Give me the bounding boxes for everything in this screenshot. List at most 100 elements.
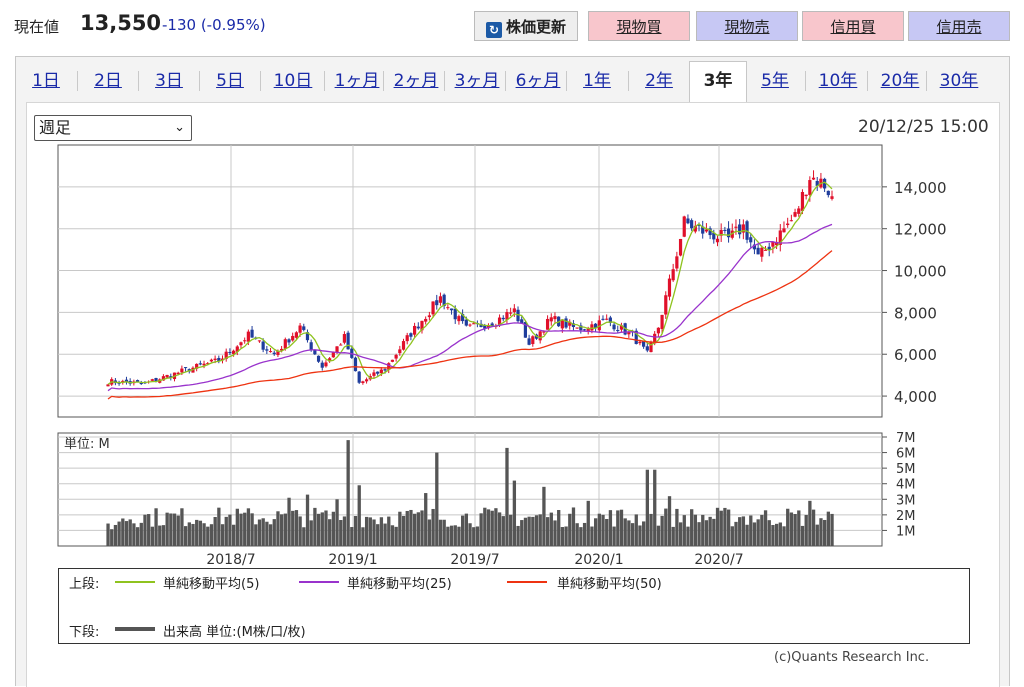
volume-tick-label: 2M bbox=[896, 509, 916, 524]
volume-bar bbox=[497, 512, 502, 546]
volume-bar bbox=[372, 519, 376, 546]
volume-bar bbox=[128, 519, 132, 546]
volume-bar bbox=[243, 512, 247, 546]
volume-bar bbox=[217, 507, 221, 546]
volume-bar bbox=[653, 469, 657, 546]
volume-bar bbox=[435, 452, 439, 546]
volume-bar bbox=[357, 485, 361, 546]
candle-body bbox=[405, 335, 409, 342]
candle-body bbox=[383, 369, 387, 371]
volume-bar bbox=[575, 523, 579, 546]
candle-body bbox=[545, 318, 550, 330]
candle-body bbox=[797, 208, 801, 214]
volume-bar bbox=[342, 516, 347, 546]
candle-body bbox=[294, 332, 298, 338]
volume-tick-label: 4M bbox=[896, 478, 916, 493]
x-tick-label: 2019/7 bbox=[450, 552, 499, 568]
candle-body bbox=[667, 278, 672, 297]
volume-bar bbox=[560, 527, 565, 546]
volume-bar bbox=[593, 518, 598, 546]
volume-bar bbox=[139, 522, 143, 546]
volume-bar bbox=[601, 514, 605, 546]
candle-body bbox=[472, 323, 476, 325]
volume-bar bbox=[538, 514, 542, 546]
volume-bar bbox=[121, 518, 125, 546]
volume-bar bbox=[826, 511, 831, 546]
y-tick-label: 6,000 bbox=[894, 346, 937, 364]
volume-bar bbox=[416, 512, 420, 546]
candle-body bbox=[538, 331, 542, 341]
candle-body bbox=[342, 334, 347, 343]
volume-bar bbox=[283, 513, 288, 546]
volume-bar bbox=[287, 497, 291, 546]
volume-bar bbox=[394, 526, 398, 546]
volume-bar bbox=[616, 510, 620, 546]
candle-body bbox=[771, 242, 775, 247]
candle-body bbox=[649, 341, 653, 353]
candle-body bbox=[686, 218, 690, 224]
volume-bar bbox=[261, 518, 265, 546]
volume-tick-label: 1M bbox=[896, 524, 916, 539]
volume-bar bbox=[398, 511, 402, 546]
candle-body bbox=[715, 238, 720, 243]
candle-body bbox=[786, 223, 790, 226]
volume-bar bbox=[605, 518, 609, 546]
legend: 上段: 単純移動平均(5) 単純移動平均(25) 単純移動平均(50) 下段: … bbox=[58, 568, 970, 644]
candle-body bbox=[811, 177, 816, 180]
candle-body bbox=[527, 338, 531, 345]
volume-bar bbox=[531, 516, 535, 546]
candle-body bbox=[734, 226, 738, 228]
candle-body bbox=[582, 329, 587, 331]
candle-body bbox=[372, 372, 376, 376]
volume-bar bbox=[449, 525, 454, 546]
y-tick-label: 8,000 bbox=[894, 304, 937, 322]
volume-bar bbox=[195, 519, 199, 546]
volume-bar bbox=[741, 516, 746, 546]
candle-body bbox=[612, 324, 616, 330]
volume-bar bbox=[265, 521, 269, 546]
volume-bar bbox=[808, 500, 812, 546]
volume-bar bbox=[568, 513, 572, 546]
volume-unit-title: 単位: M bbox=[64, 436, 110, 452]
volume-bar bbox=[823, 519, 827, 546]
volume-bar bbox=[235, 508, 239, 546]
volume-bar bbox=[586, 500, 590, 546]
candle-body bbox=[553, 316, 557, 320]
volume-bar bbox=[815, 524, 819, 546]
candle-body bbox=[509, 312, 513, 314]
volume-bar bbox=[291, 510, 295, 546]
volume-bar bbox=[272, 519, 276, 546]
volume-bar bbox=[147, 514, 151, 546]
candle-body bbox=[353, 357, 358, 372]
candle-body bbox=[198, 363, 202, 365]
candle-body bbox=[335, 346, 339, 353]
volume-tick-label: 7M bbox=[896, 431, 916, 446]
candle-body bbox=[390, 359, 395, 362]
volume-bar bbox=[752, 522, 757, 546]
candle-body bbox=[272, 352, 276, 355]
volume-bar bbox=[534, 515, 539, 546]
candle-body bbox=[302, 326, 306, 330]
volume-bar bbox=[786, 508, 790, 546]
legend-ma5: 単純移動平均(5) bbox=[163, 577, 260, 592]
volume-bar bbox=[730, 526, 734, 546]
volume-bar bbox=[457, 526, 461, 546]
candle-body bbox=[357, 371, 361, 383]
volume-bar bbox=[461, 515, 465, 546]
volume-bar bbox=[545, 517, 550, 546]
volume-bar bbox=[501, 516, 505, 546]
candle-body bbox=[268, 351, 273, 353]
y-tick-label: 12,000 bbox=[894, 221, 947, 239]
candle-body bbox=[449, 308, 454, 311]
price-plot-frame bbox=[57, 144, 883, 418]
volume-bar bbox=[202, 523, 206, 546]
candle-body bbox=[412, 325, 417, 335]
candle-body bbox=[376, 371, 380, 374]
volume-bar bbox=[110, 529, 114, 546]
volume-bar bbox=[520, 520, 524, 546]
legend-ma25-swatch bbox=[299, 581, 339, 583]
candle-body bbox=[379, 369, 383, 374]
volume-bar bbox=[738, 517, 742, 546]
candle-body bbox=[320, 362, 324, 368]
volume-bar bbox=[220, 524, 225, 546]
